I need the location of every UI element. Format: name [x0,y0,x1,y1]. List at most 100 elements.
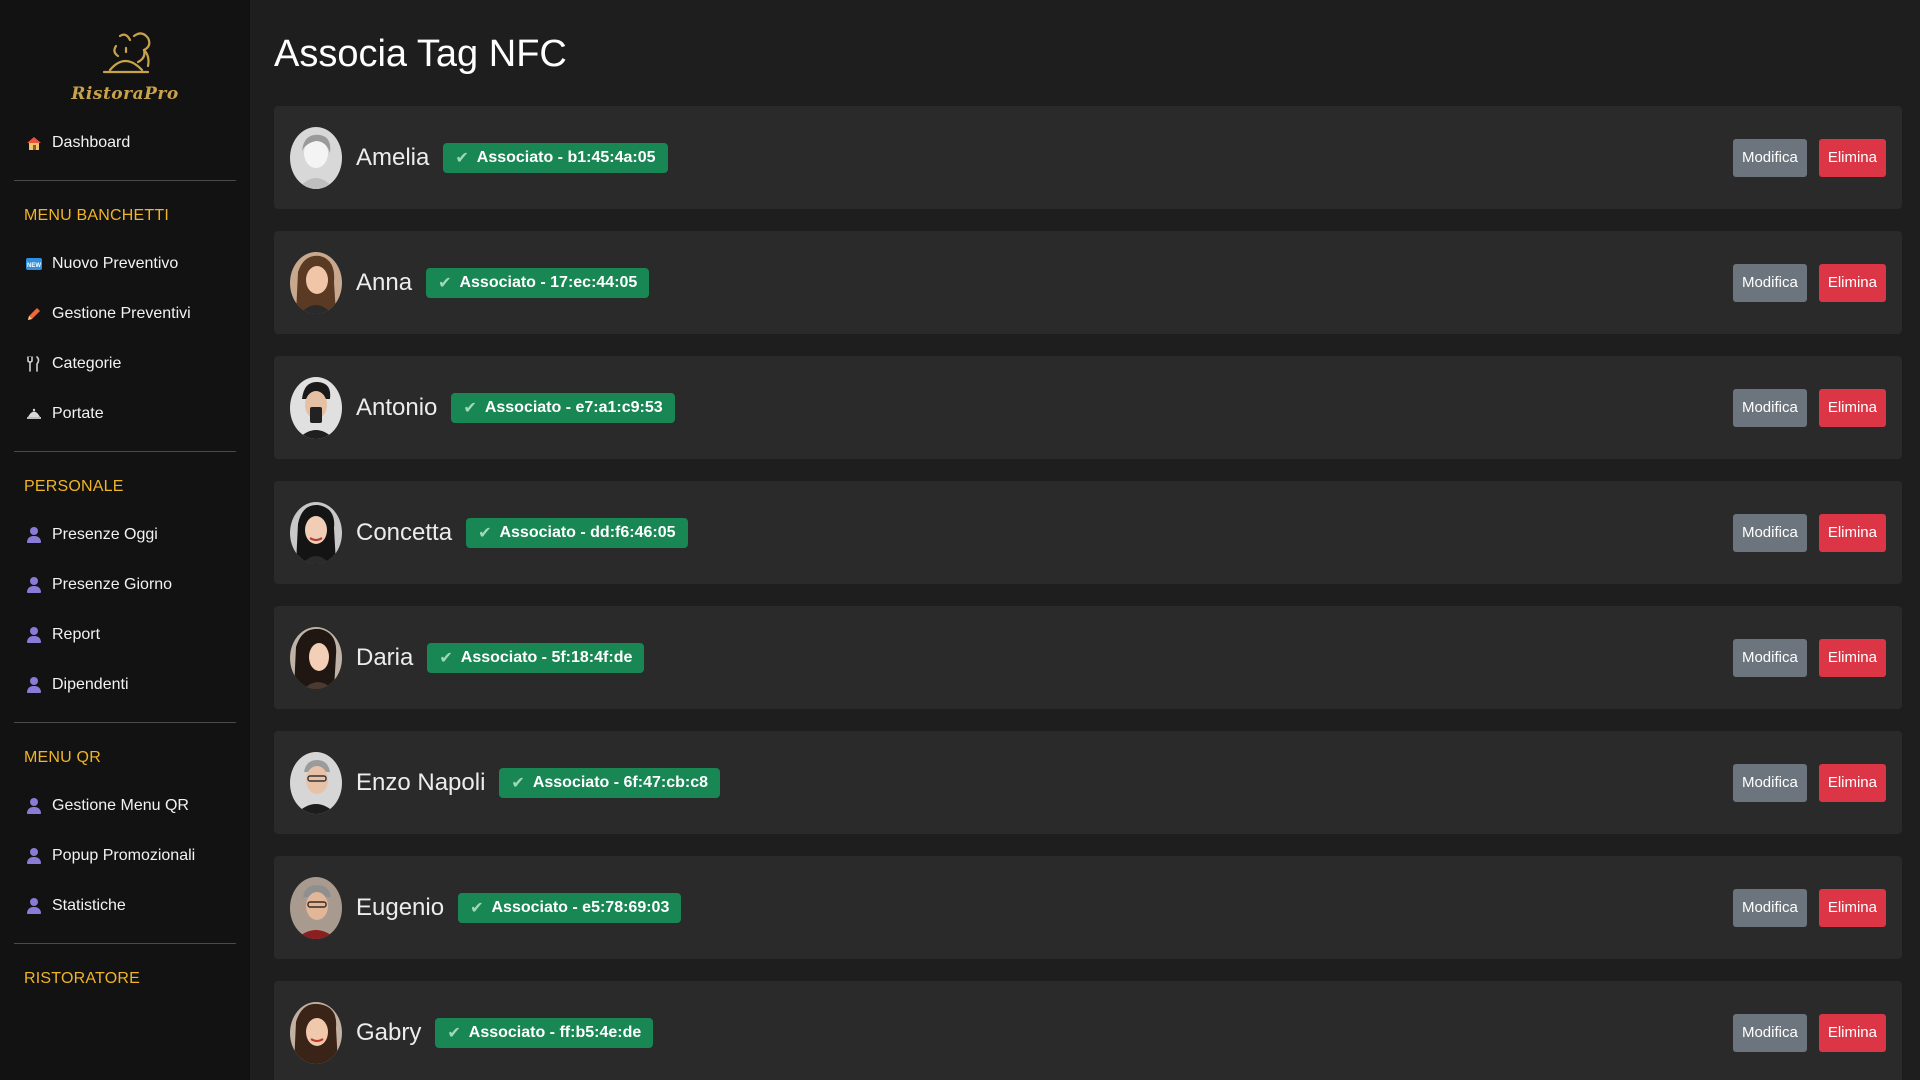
main-content: Associa Tag NFC Amelia ✔ Associato - b1:4… [250,0,1920,1080]
sidebar-item-label: Report [52,626,101,643]
pencil-icon [26,306,42,322]
employee-card: Antonio ✔ Associato - e7:a1:c9:53 Modific… [274,356,1902,459]
person-icon [27,677,41,693]
employee-name: Gabry [356,1018,422,1046]
sidebar-item-nuovo-preventivo[interactable]: NEW Nuovo Preventivo [14,239,236,289]
employee-card: Eugenio ✔ Associato - e5:78:69:03 Modific… [274,856,1902,959]
check-icon: ✔ [438,274,452,292]
sidebar-item-gestione-menu-qr[interactable]: Gestione Menu QR [14,781,236,831]
employee-card: Enzo Napoli ✔ Associato - 6f:47:cb:c8 Mod… [274,731,1902,834]
sidebar-divider [14,722,236,723]
employee-card: Daria ✔ Associato - 5f:18:4f:de Modifica … [274,606,1902,709]
nfc-status-badge: ✔ Associato - 5f:18:4f:de [427,642,645,673]
badge-text: Associato - e5:78:69:03 [491,898,670,916]
sidebar-item-label: Portate [52,405,104,422]
delete-button[interactable]: Elimina [1818,138,1886,177]
sidebar-divider [14,943,236,944]
badge-text: Associato - 17:ec:44:05 [459,273,638,291]
sidebar-item-portate[interactable]: Portate [14,389,236,439]
sidebar: RistoraPro Dashboard MENU BANCHETTI NEW … [0,0,250,1080]
delete-button[interactable]: Elimina [1818,513,1886,552]
avatar [290,626,342,689]
edit-button[interactable]: Modifica [1732,888,1807,927]
sidebar-divider [14,451,236,452]
avatar [290,751,342,814]
cloche-icon [26,406,42,422]
delete-button[interactable]: Elimina [1818,763,1886,802]
check-icon: ✔ [447,1024,461,1042]
edit-button[interactable]: Modifica [1732,513,1807,552]
check-icon: ✔ [478,524,492,542]
badge-text: Associato - 5f:18:4f:de [460,648,633,666]
edit-button[interactable]: Modifica [1732,763,1807,802]
brand-logo[interactable]: RistoraPro [14,0,236,118]
nfc-status-badge: ✔ Associato - 17:ec:44:05 [426,267,650,298]
chef-logo-icon [102,32,151,74]
house-icon [26,135,42,151]
avatar [290,1001,342,1064]
badge-text: Associato - ff:b5:4e:de [468,1023,642,1041]
sidebar-item-dashboard[interactable]: Dashboard [14,118,236,168]
sidebar-item-report[interactable]: Report [14,610,236,660]
sidebar-item-label: Categorie [52,355,122,372]
delete-button[interactable]: Elimina [1818,263,1886,302]
avatar [290,126,342,189]
sidebar-item-label: Presenze Oggi [52,526,158,543]
edit-button[interactable]: Modifica [1732,1013,1807,1052]
brand-name: RistoraPro [71,84,179,104]
employee-name: Anna [356,268,413,296]
nfc-status-badge: ✔ Associato - b1:45:4a:05 [443,142,668,173]
delete-button[interactable]: Elimina [1818,1013,1886,1052]
sidebar-item-label: Gestione Menu QR [52,797,189,814]
section-title-menu-banchetti: MENU BANCHETTI [24,207,170,224]
edit-button[interactable]: Modifica [1732,263,1807,302]
sidebar-item-dipendenti[interactable]: Dipendenti [14,660,236,710]
sidebar-item-presenze-oggi[interactable]: Presenze Oggi [14,510,236,560]
edit-button[interactable]: Modifica [1732,138,1807,177]
employee-name: Daria [356,643,414,671]
delete-button[interactable]: Elimina [1818,638,1886,677]
fork-knife-icon [26,356,42,372]
section-title-personale: PERSONALE [24,478,124,495]
section-title-menu-qr: MENU QR [24,749,101,766]
section-title-ristoratore: RISTORATORE [24,970,140,987]
person-icon [27,527,41,543]
sidebar-item-label: Dipendenti [52,676,129,693]
sidebar-divider [14,180,236,181]
sidebar-item-categorie[interactable]: Categorie [14,339,236,389]
badge-text: Associato - 6f:47:cb:c8 [532,773,708,791]
nfc-status-badge: ✔ Associato - e7:a1:c9:53 [451,392,675,423]
new-badge-icon: NEW [26,256,42,272]
sidebar-item-label: Statistiche [52,897,126,914]
person-icon [27,577,41,593]
sidebar-item-label: Nuovo Preventivo [52,255,179,272]
check-icon: ✔ [463,399,477,417]
sidebar-item-label: Presenze Giorno [52,576,173,593]
sidebar-item-statistiche[interactable]: Statistiche [14,881,236,931]
person-icon [27,848,41,864]
employee-card: Gabry ✔ Associato - ff:b5:4e:de Modifica … [274,981,1902,1080]
employee-name: Antonio [356,393,438,421]
sidebar-item-popup-promozionali[interactable]: Popup Promozionali [14,831,236,881]
badge-text: Associato - b1:45:4a:05 [476,148,656,166]
sidebar-item-gestione-preventivi[interactable]: Gestione Preventivi [14,289,236,339]
employee-name: Eugenio [356,893,445,921]
employee-name: Concetta [356,518,453,546]
edit-button[interactable]: Modifica [1732,388,1807,427]
nfc-status-badge: ✔ Associato - 6f:47:cb:c8 [499,767,720,798]
check-icon: ✔ [470,899,484,917]
person-icon [27,798,41,814]
badge-text: Associato - e7:a1:c9:53 [484,398,663,416]
page-title: Associa Tag NFC [274,32,567,75]
delete-button[interactable]: Elimina [1818,888,1886,927]
person-icon [27,627,41,643]
sidebar-item-presenze-giorno[interactable]: Presenze Giorno [14,560,236,610]
edit-button[interactable]: Modifica [1732,638,1807,677]
delete-button[interactable]: Elimina [1818,388,1886,427]
sidebar-item-label: Gestione Preventivi [52,305,191,322]
avatar [290,376,342,439]
sidebar-item-label: Popup Promozionali [52,847,196,864]
employee-card: Amelia ✔ Associato - b1:45:4a:05 Modifica… [274,106,1902,209]
check-icon: ✔ [455,149,469,167]
employee-card: Anna ✔ Associato - 17:ec:44:05 Modifica E… [274,231,1902,334]
